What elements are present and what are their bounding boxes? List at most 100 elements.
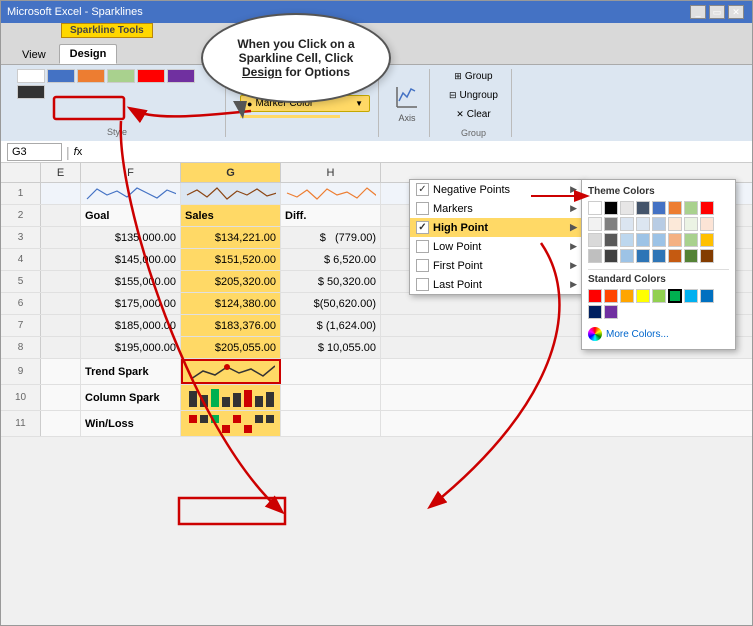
theme-color-4-6[interactable] <box>668 249 682 263</box>
design-tab[interactable]: Design <box>59 44 118 64</box>
theme-color-3-1[interactable] <box>588 233 602 247</box>
theme-color-4-5[interactable] <box>652 249 666 263</box>
cell-3-E[interactable] <box>41 227 81 248</box>
cell-2-F[interactable]: Goal <box>81 205 181 226</box>
style-swatch-7[interactable] <box>17 85 45 99</box>
cell-8-F[interactable]: $195,000.00 <box>81 337 181 358</box>
group-button[interactable]: ⊞ Group <box>449 69 497 84</box>
col-header-F[interactable]: F <box>81 163 181 182</box>
view-tab[interactable]: View <box>11 45 57 64</box>
std-green[interactable] <box>668 289 682 303</box>
cell-10-spark[interactable] <box>181 385 281 410</box>
theme-color-2-4[interactable] <box>636 217 650 231</box>
cell-2-E[interactable] <box>41 205 81 226</box>
theme-color-2-6[interactable] <box>668 217 682 231</box>
cell-2-G[interactable]: Sales <box>181 205 281 226</box>
style-swatch-3[interactable] <box>77 69 105 83</box>
menu-item-last-point[interactable]: Last Point ▶ <box>410 275 583 294</box>
cell-6-G[interactable]: $124,380.00 <box>181 293 281 314</box>
theme-color-4-2[interactable] <box>604 249 618 263</box>
cell-11-H[interactable] <box>281 411 381 436</box>
restore-button[interactable]: ▭ <box>709 5 725 19</box>
style-swatch-1[interactable] <box>17 69 45 83</box>
cell-6-E[interactable] <box>41 293 81 314</box>
theme-color-2-2[interactable] <box>604 217 618 231</box>
high-point-checkbox[interactable] <box>416 221 429 234</box>
cell-5-F[interactable]: $155,000.00 <box>81 271 181 292</box>
std-blue[interactable] <box>700 289 714 303</box>
cell-5-G[interactable]: $205,320.00 <box>181 271 281 292</box>
cell-10-label[interactable]: Column Spark <box>81 385 181 410</box>
cell-6-F[interactable]: $175,000.00 <box>81 293 181 314</box>
cell-8-G[interactable]: $205,055.00 <box>181 337 281 358</box>
std-orange[interactable] <box>620 289 634 303</box>
cell-1-G[interactable] <box>181 183 281 204</box>
low-point-checkbox[interactable] <box>416 240 429 253</box>
std-red[interactable] <box>588 289 602 303</box>
theme-color-4-4[interactable] <box>636 249 650 263</box>
cell-4-E[interactable] <box>41 249 81 270</box>
cell-4-F[interactable]: $145,000.00 <box>81 249 181 270</box>
clear-button[interactable]: ✕ Clear <box>451 107 495 122</box>
cell-7-G[interactable]: $183,376.00 <box>181 315 281 336</box>
theme-color-light-gray[interactable] <box>620 201 634 215</box>
theme-color-red[interactable] <box>700 201 714 215</box>
theme-color-3-6[interactable] <box>668 233 682 247</box>
cell-9-H[interactable] <box>281 359 381 384</box>
menu-item-markers[interactable]: Markers ▶ <box>410 199 583 218</box>
cell-1-F[interactable] <box>81 183 181 204</box>
cell-7-E[interactable] <box>41 315 81 336</box>
col-header-G[interactable]: G <box>181 163 281 182</box>
style-swatch-5[interactable] <box>137 69 165 83</box>
cell-4-G[interactable]: $151,520.00 <box>181 249 281 270</box>
col-header-E[interactable]: E <box>41 163 81 182</box>
theme-color-dark-blue[interactable] <box>636 201 650 215</box>
ungroup-button[interactable]: ⊟ Ungroup <box>444 88 503 103</box>
theme-color-2-1[interactable] <box>588 217 602 231</box>
cell-2-H[interactable]: Diff. <box>281 205 381 226</box>
cell-3-F[interactable]: $135,000.00 <box>81 227 181 248</box>
cell-3-H[interactable]: $ (779.00) <box>281 227 381 248</box>
theme-color-3-2[interactable] <box>604 233 618 247</box>
cell-9-label[interactable]: Trend Spark <box>81 359 181 384</box>
std-dark-red[interactable] <box>604 289 618 303</box>
menu-item-first-point[interactable]: First Point ▶ <box>410 256 583 275</box>
cell-8-H[interactable]: $ 10,055.00 <box>281 337 381 358</box>
cell-1-H[interactable] <box>281 183 381 204</box>
name-box[interactable] <box>7 143 62 161</box>
cell-1-E[interactable] <box>41 183 81 204</box>
theme-color-2-3[interactable] <box>620 217 634 231</box>
theme-color-2-8[interactable] <box>700 217 714 231</box>
std-yellow[interactable] <box>636 289 650 303</box>
style-swatch-2[interactable] <box>47 69 75 83</box>
theme-color-3-8[interactable] <box>700 233 714 247</box>
col-header-H[interactable]: H <box>281 163 381 182</box>
menu-item-low-point[interactable]: Low Point ▶ <box>410 237 583 256</box>
markers-checkbox[interactable] <box>416 202 429 215</box>
cell-11-label[interactable]: Win/Loss <box>81 411 181 436</box>
cell-7-F[interactable]: $185,000.00 <box>81 315 181 336</box>
theme-color-4-7[interactable] <box>684 249 698 263</box>
std-purple[interactable] <box>604 305 618 319</box>
theme-color-3-7[interactable] <box>684 233 698 247</box>
cell-5-E[interactable] <box>41 271 81 292</box>
cell-6-H[interactable]: $(50,620.00) <box>281 293 381 314</box>
style-swatch-6[interactable] <box>167 69 195 83</box>
minimize-button[interactable]: _ <box>690 5 706 19</box>
cell-9-spark[interactable] <box>181 359 281 384</box>
cell-10-H[interactable] <box>281 385 381 410</box>
style-swatch-4[interactable] <box>107 69 135 83</box>
theme-color-green[interactable] <box>684 201 698 215</box>
menu-item-high-point[interactable]: High Point ▶ <box>410 218 583 237</box>
std-light-green[interactable] <box>652 289 666 303</box>
close-button[interactable]: ✕ <box>728 5 744 19</box>
theme-color-3-5[interactable] <box>652 233 666 247</box>
theme-color-4-8[interactable] <box>700 249 714 263</box>
std-dark-blue[interactable] <box>588 305 602 319</box>
cell-8-E[interactable] <box>41 337 81 358</box>
theme-color-white[interactable] <box>588 201 602 215</box>
cell-11-spark[interactable] <box>181 411 281 436</box>
theme-color-4-3[interactable] <box>620 249 634 263</box>
more-colors-button[interactable]: More Colors... <box>588 325 729 343</box>
cell-10-E[interactable] <box>41 385 81 410</box>
